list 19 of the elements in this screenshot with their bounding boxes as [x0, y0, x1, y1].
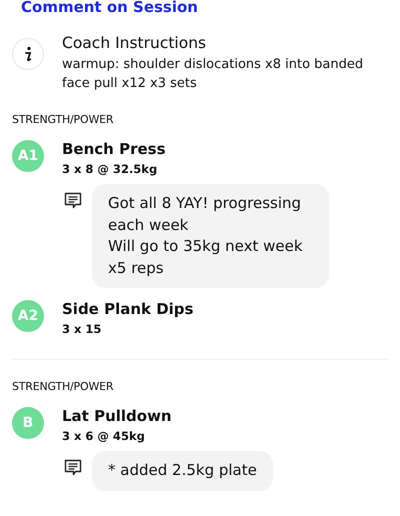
exercise-badge: B	[12, 407, 44, 439]
comment-icon	[64, 192, 82, 210]
comment-on-session-link[interactable]: Comment on Session	[21, 0, 388, 14]
exercise-badge: A2	[12, 300, 44, 332]
exercise-name: Side Plank Dips	[62, 300, 194, 319]
comment-bubble: * added 2.5kg plate	[92, 451, 273, 490]
exercise-prescription: 3 x 15	[62, 321, 102, 337]
exercise-prescription: 3 x 6 @ 45kg	[62, 428, 146, 444]
comment-icon	[64, 459, 82, 477]
exercise-name: Lat Pulldown	[62, 407, 172, 426]
info-icon	[12, 38, 44, 70]
coach-instructions-text: warmup: shoulder dislocations x8 into banded face pull x12 x3 sets	[62, 56, 364, 93]
comment-bubble: Got all 8 YAY! progressing each week Will go to 35kg next week x5 reps	[92, 184, 329, 288]
section-label: STRENGTH/POWER	[12, 113, 114, 126]
exercise-badge: A1	[12, 140, 44, 172]
section-label: STRENGTH/POWER	[12, 380, 114, 393]
exercise-prescription: 3 x 8 @ 32.5kg	[62, 161, 158, 177]
coach-instructions-title: Coach Instructions	[62, 33, 208, 53]
exercise-name: Bench Press	[62, 140, 166, 159]
